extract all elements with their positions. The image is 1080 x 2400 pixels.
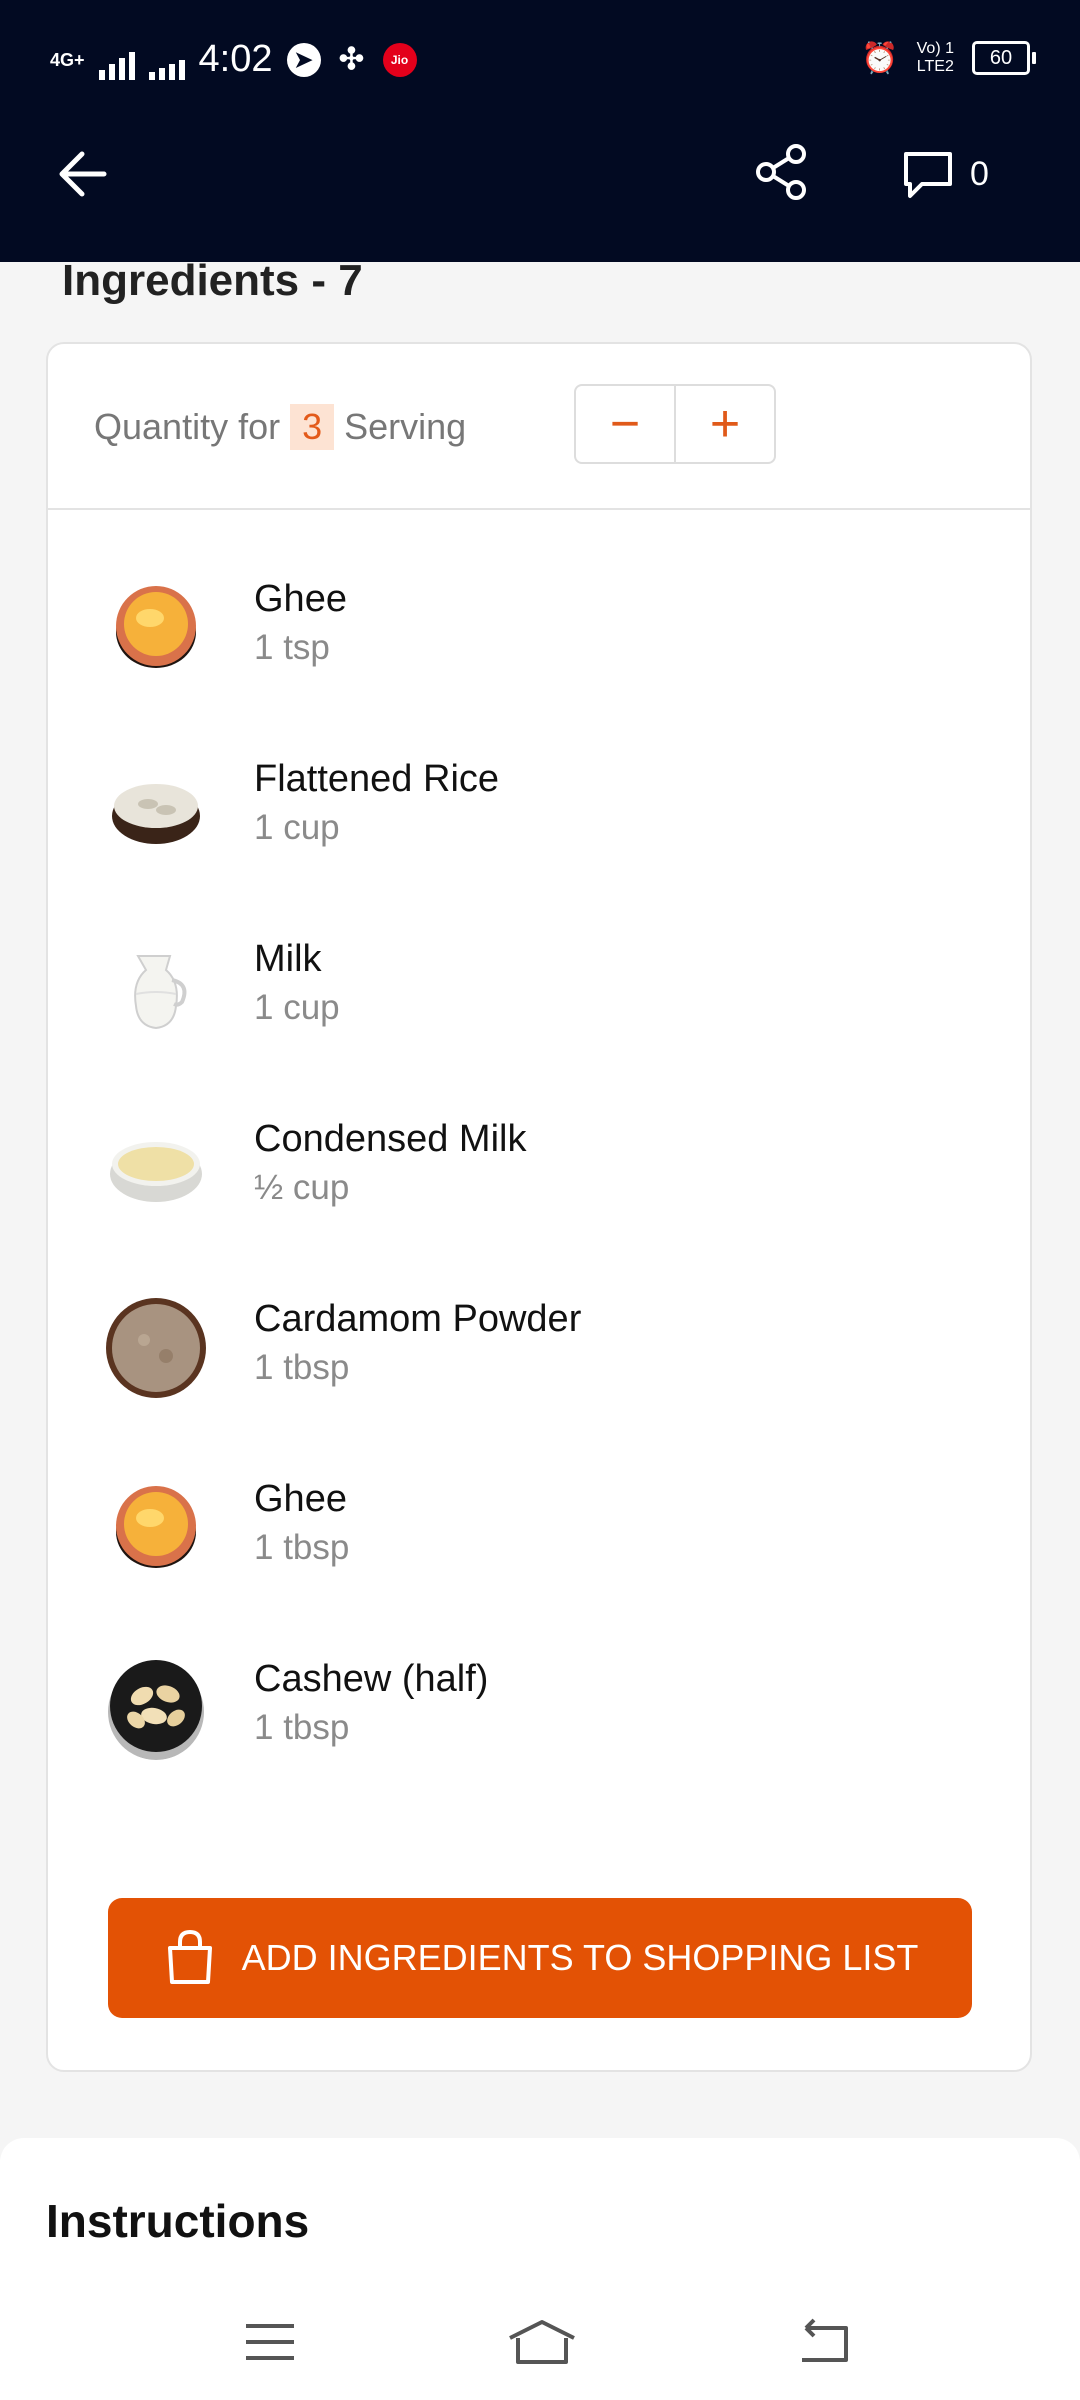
share-button[interactable]: [750, 140, 814, 204]
ingredient-name: Ghee: [254, 578, 347, 620]
milk-jug-icon: [134, 955, 187, 1030]
ingredients-heading: Ingredients - 7: [62, 256, 363, 305]
home-icon[interactable]: [504, 2314, 580, 2370]
ingredient-name: Cardamom Powder: [254, 1298, 582, 1340]
menu-icon[interactable]: [240, 2314, 300, 2370]
ghee-icon: [116, 586, 196, 668]
serving-label: Serving: [344, 406, 467, 447]
signal-icon: [98, 40, 135, 80]
servings-count: 3: [290, 404, 335, 450]
app-bar: 0: [0, 120, 1080, 262]
ingredient-list: Ghee 1 tsp Flattened Rice 1 cup Milk 1 c…: [48, 556, 1030, 1816]
comments-button[interactable]: 0: [900, 142, 989, 206]
volte-indicator: Vo) 1 LTE2: [916, 40, 954, 75]
ingredient-amount: 1 cup: [254, 808, 340, 847]
ingredient-amount: 1 cup: [254, 988, 340, 1027]
ingredient-name: Condensed Milk: [254, 1118, 527, 1160]
ingredient-name: Milk: [254, 938, 322, 980]
ingredients-card: Quantity for 3 Serving − + Ghee 1 tsp Fl…: [46, 342, 1032, 2072]
share-icon: [756, 144, 806, 200]
ingredient-item[interactable]: Condensed Milk ½ cup: [48, 1096, 1030, 1276]
jio-icon: Jio: [382, 42, 417, 77]
servings-stepper: − +: [574, 384, 776, 464]
increase-servings-button[interactable]: +: [674, 386, 774, 462]
ingredient-item[interactable]: Ghee 1 tsp: [48, 556, 1030, 736]
ingredient-item[interactable]: Cashew (half) 1 tbsp: [48, 1636, 1030, 1816]
back-nav-icon[interactable]: [792, 2314, 852, 2370]
ingredient-amount: 1 tbsp: [254, 1528, 350, 1567]
ingredient-amount: 1 tbsp: [254, 1348, 350, 1387]
ingredient-item[interactable]: Cardamom Powder 1 tbsp: [48, 1276, 1030, 1456]
system-nav-bar: [0, 2280, 1080, 2400]
ghee-icon: [116, 1486, 196, 1568]
condensed-milk-icon: [110, 1142, 202, 1202]
telegram-icon: ➤: [286, 42, 321, 77]
battery-icon: 60: [972, 41, 1036, 75]
ingredient-amount: 1 tbsp: [254, 1708, 350, 1747]
app-icon: ✣: [338, 43, 365, 76]
network-type: 4G+: [50, 49, 85, 70]
ingredient-amount: 1 tsp: [254, 628, 330, 667]
ingredient-item[interactable]: Flattened Rice 1 cup: [48, 736, 1030, 916]
back-button[interactable]: [48, 142, 112, 206]
cardamom-powder-icon: [106, 1298, 206, 1398]
add-to-shopping-list-button[interactable]: ADD INGREDIENTS TO SHOPPING LIST: [108, 1898, 972, 2018]
ingredient-item[interactable]: Ghee 1 tbsp: [48, 1456, 1030, 1636]
flattened-rice-icon: [112, 784, 200, 844]
servings-row: Quantity for 3 Serving − +: [48, 344, 1030, 510]
quantity-label: Quantity for: [94, 406, 281, 447]
alarm-icon: ⏰: [861, 41, 899, 75]
ingredient-item[interactable]: Milk 1 cup: [48, 916, 1030, 1096]
ingredient-name: Cashew (half): [254, 1658, 489, 1700]
back-arrow-icon: [59, 151, 107, 197]
ingredient-name: Ghee: [254, 1478, 347, 1520]
comment-icon: [904, 152, 952, 198]
comment-count: 0: [970, 154, 989, 193]
clock: 4:02: [198, 38, 273, 80]
add-button-label: ADD INGREDIENTS TO SHOPPING LIST: [241, 1937, 919, 1978]
ingredient-name: Flattened Rice: [254, 758, 500, 800]
status-bar: 4G+ 4:02 ➤ ✣ Jio ⏰ Vo) 1 LTE2 60: [0, 0, 1080, 120]
ingredient-amount: ½ cup: [254, 1168, 350, 1207]
instructions-heading: Instructions: [46, 2195, 310, 2247]
top-header: 4G+ 4:02 ➤ ✣ Jio ⏰ Vo) 1 LTE2 60 0: [0, 0, 1080, 262]
cashew-icon: [108, 1660, 204, 1760]
decrease-servings-button[interactable]: −: [576, 386, 674, 462]
shopping-bag-icon: [167, 1929, 212, 1984]
signal-icon-2: [148, 40, 185, 80]
